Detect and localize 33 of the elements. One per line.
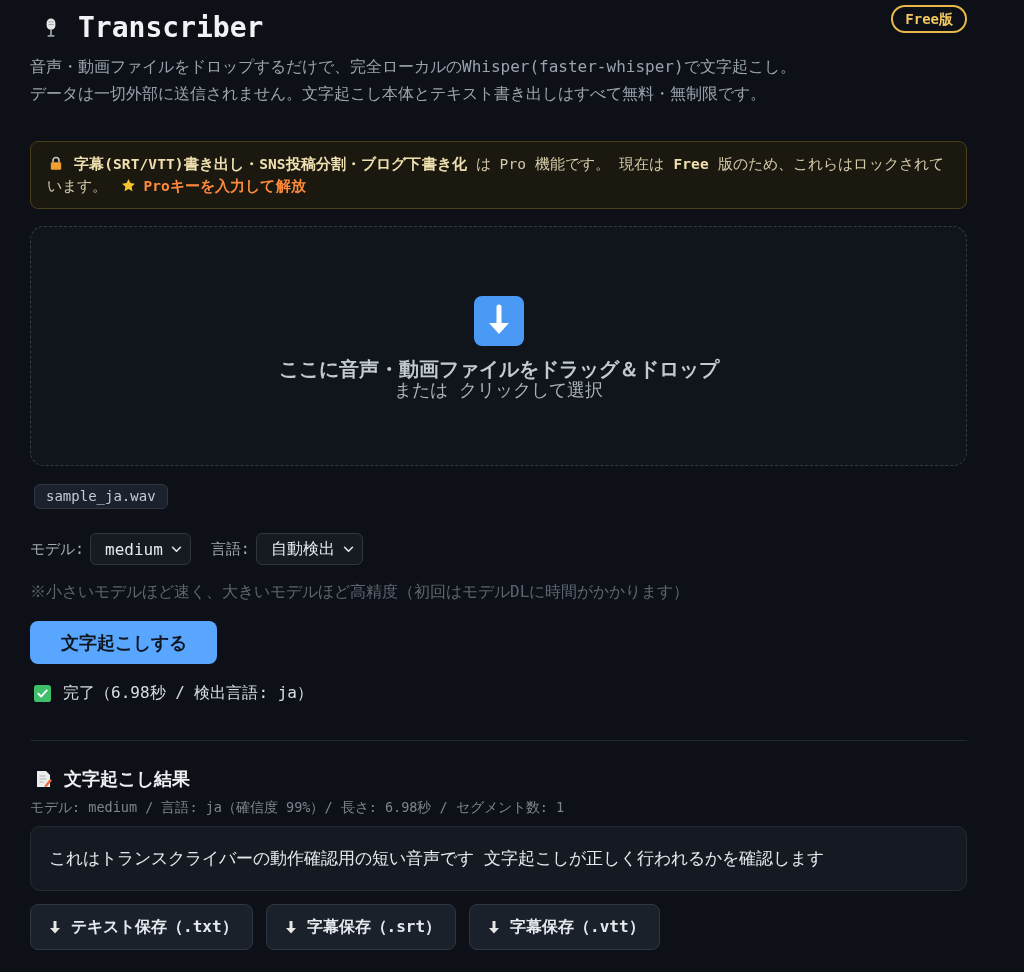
chevron-down-icon [342,545,354,553]
option-label: モデル: [30,539,85,559]
transcribe-button[interactable]: 文字起こしする [30,621,217,664]
description-text: データは一切外部に送信されません。文字起こし本体とテキスト書き出しはすべて無料・無制限です。 [30,83,767,105]
arrow-down-icon [49,920,61,934]
document-icon [36,770,52,788]
transcript-text: これはトランスクライバーの動作確認用の短い音声です 文字起こしが正しく行われるかを確認します [30,826,967,891]
description-text: 音声・動画ファイルをドロップするだけで、完全ローカルのWhisper(faster-whisper)で文字起こし。 [30,56,797,78]
status-text: 完了（6.98秒 / 検出言語: ja） [63,683,313,704]
download-button[interactable]: 字幕保存（.vtt） [469,904,660,950]
arrow-down-icon [488,920,501,934]
option-select[interactable]: medium [90,533,191,565]
microphone-icon [44,17,58,39]
result-title: 文字起こし結果 [64,767,190,791]
file-name-chip: sample_ja.wav [34,484,168,509]
chevron-down-icon [170,545,182,553]
pro-notice-text: 字幕(SRT/VTT)書き出し・SNS投稿分割・ブログ下書き化 は Pro 機能です。 現在は Free 版のため、これらはロックされています。 Proキーを入力して解放 [47,155,946,196]
plan-badge: Free版 [891,5,967,33]
option-label: 言語: [210,539,250,559]
unlock-pro-link[interactable]: Proキーを入力して解放 [143,178,306,194]
drop-zone-subtitle: または クリックして選択 [394,380,603,400]
star-icon [121,178,137,193]
drop-zone-title: ここに音声・動画ファイルをドラッグ＆ドロップ [278,358,719,380]
app-title: Transcriber [78,10,264,46]
check-icon [34,685,51,702]
arrow-down-icon [284,920,297,934]
lock-icon [50,156,62,170]
download-button[interactable]: 字幕保存（.srt） [265,904,457,950]
file-drop-zone[interactable]: ここに音声・動画ファイルをドラッグ＆ドロップ または クリックして選択 [30,226,967,466]
option-select[interactable]: 自動検出 [255,533,363,565]
result-meta-text: モデル: medium / 言語: ja（確信度 99%）/ 長さ: 6.98秒 / セグメント数: 1 [30,798,566,816]
download-button[interactable]: テキスト保存（.txt） [30,904,253,950]
model-hint-text: ※小さいモデルほど速く、大きいモデルほど高精度（初回はモデルDLに時間がかかります） [30,581,691,603]
